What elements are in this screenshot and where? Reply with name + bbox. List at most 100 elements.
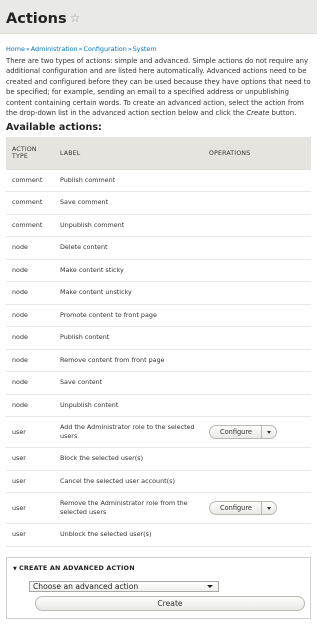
breadcrumb-administration[interactable]: Administration	[31, 45, 78, 53]
action-label-cell: Make content unsticky	[54, 281, 203, 305]
operations-cell	[203, 259, 311, 283]
page-header: Actions ☆	[0, 0, 317, 34]
table-row: node Make content sticky	[6, 259, 311, 283]
dropbutton-toggle[interactable]	[262, 502, 276, 514]
operations-cell	[203, 394, 311, 418]
action-label-cell: Block the selected user(s)	[54, 447, 203, 471]
advanced-action-select-value: Choose an advanced action	[33, 581, 139, 591]
table-row: comment Save comment	[6, 191, 311, 215]
operations-cell: Configure	[203, 416, 311, 449]
table-row: comment Unpublish comment	[6, 214, 311, 238]
action-label-cell: Unpublish comment	[54, 214, 203, 238]
action-label-cell: Delete content	[54, 236, 203, 260]
breadcrumb-separator: »	[25, 45, 30, 53]
action-type-cell: node	[6, 281, 54, 305]
breadcrumb-separator: »	[78, 45, 83, 53]
intro-text-end: button.	[269, 109, 297, 118]
operations-cell	[203, 304, 311, 328]
table-row: node Delete content	[6, 236, 311, 260]
dropdown-caret-icon	[207, 584, 213, 588]
action-type-cell: user	[6, 447, 54, 471]
operations-cell	[203, 191, 311, 215]
action-type-cell: user	[6, 523, 54, 547]
table-row: node Publish content	[6, 326, 311, 350]
operations-cell	[203, 326, 311, 350]
action-label-cell: Unpublish content	[54, 394, 203, 418]
action-type-cell: comment	[6, 191, 54, 215]
action-type-cell: user	[6, 416, 54, 449]
action-type-cell: node	[6, 259, 54, 283]
table-row: node Save content	[6, 371, 311, 395]
operations-cell	[203, 214, 311, 238]
breadcrumb: Home»Administration»Configuration»System	[6, 45, 311, 53]
table-row: node Promote content to front page	[6, 304, 311, 328]
action-label-cell: Cancel the selected user account(s)	[54, 470, 203, 494]
action-label-cell: Save comment	[54, 191, 203, 215]
operations-cell	[203, 236, 311, 260]
table-row: user Cancel the selected user account(s)	[6, 470, 311, 494]
operations-cell	[203, 447, 311, 471]
action-label-cell: Publish comment	[54, 169, 203, 193]
table-row: user Block the selected user(s)	[6, 447, 311, 471]
column-header-label[interactable]: LABEL	[54, 137, 203, 170]
operations-cell	[203, 371, 311, 395]
action-label-cell: Publish content	[54, 326, 203, 350]
intro-text: There are two types of actions: simple a…	[6, 56, 311, 118]
action-type-cell: node	[6, 349, 54, 373]
table-header-row: ACTION TYPE LABEL OPERATIONS	[6, 137, 311, 170]
star-icon[interactable]: ☆	[70, 11, 81, 25]
dropbutton-toggle[interactable]	[262, 426, 276, 438]
action-type-cell: user	[6, 470, 54, 494]
action-label-cell: Remove the Administrator role from the s…	[54, 492, 203, 525]
section-title: Available actions:	[6, 122, 102, 134]
action-type-cell: node	[6, 304, 54, 328]
advanced-action-details: ▼ CREATE AN ADVANCED ACTION Choose an adv…	[6, 556, 311, 619]
action-type-cell: node	[6, 371, 54, 395]
table-row: user Add the Administrator role to the se…	[6, 416, 311, 449]
action-type-cell: comment	[6, 214, 54, 238]
action-label-cell: Unblock the selected user(s)	[54, 523, 203, 547]
breadcrumb-configuration[interactable]: Configuration	[83, 45, 126, 53]
operations-cell	[203, 523, 311, 547]
advanced-action-summary[interactable]: ▼ CREATE AN ADVANCED ACTION	[13, 564, 304, 572]
actions-table-body: comment Publish comment comment Save commen…	[6, 169, 311, 547]
table-row: node Unpublish content	[6, 394, 311, 418]
configure-button[interactable]: Configure	[210, 502, 262, 515]
table-row: node Remove content from front page	[6, 349, 311, 373]
configure-button[interactable]: Configure	[210, 426, 262, 439]
column-header-operations: OPERATIONS	[203, 137, 311, 170]
caret-down-icon	[266, 430, 271, 434]
main-content: Home»Administration»Configuration»System…	[0, 45, 317, 547]
breadcrumb-system[interactable]: System	[133, 45, 157, 53]
caret-down-icon	[266, 506, 271, 510]
breadcrumb-home[interactable]: Home	[6, 45, 25, 53]
operations-cell	[203, 349, 311, 373]
action-label-cell: Promote content to front page	[54, 304, 203, 328]
advanced-action-summary-label: CREATE AN ADVANCED ACTION	[19, 563, 135, 572]
operations-dropbutton: Configure	[209, 501, 277, 516]
expanded-triangle-icon: ▼	[13, 565, 18, 572]
action-type-cell: comment	[6, 169, 54, 193]
advanced-action-select[interactable]: Choose an advanced action	[29, 580, 219, 592]
action-type-cell: node	[6, 236, 54, 260]
table-row: user Unblock the selected user(s)	[6, 523, 311, 547]
create-button[interactable]: Create	[35, 595, 305, 611]
operations-cell: Configure	[203, 492, 311, 525]
operations-cell	[203, 169, 311, 193]
intro-create-emphasis: Create	[246, 109, 270, 118]
action-label-cell: Save content	[54, 371, 203, 395]
action-label-cell: Make content sticky	[54, 259, 203, 283]
page-title: Actions	[6, 11, 67, 27]
table-row: user Remove the Administrator role from t…	[6, 492, 311, 525]
operations-dropbutton: Configure	[209, 425, 277, 440]
breadcrumb-separator: »	[127, 45, 132, 53]
table-row: comment Publish comment	[6, 169, 311, 193]
action-label-cell: Remove content from front page	[54, 349, 203, 373]
table-row: node Make content unsticky	[6, 281, 311, 305]
action-type-cell: user	[6, 492, 54, 525]
column-header-action-type[interactable]: ACTION TYPE	[6, 137, 54, 170]
action-type-cell: node	[6, 326, 54, 350]
operations-cell	[203, 470, 311, 494]
actions-table: ACTION TYPE LABEL OPERATIONS comment Publ…	[6, 137, 311, 547]
action-label-cell: Add the Administrator role to the select…	[54, 416, 203, 449]
